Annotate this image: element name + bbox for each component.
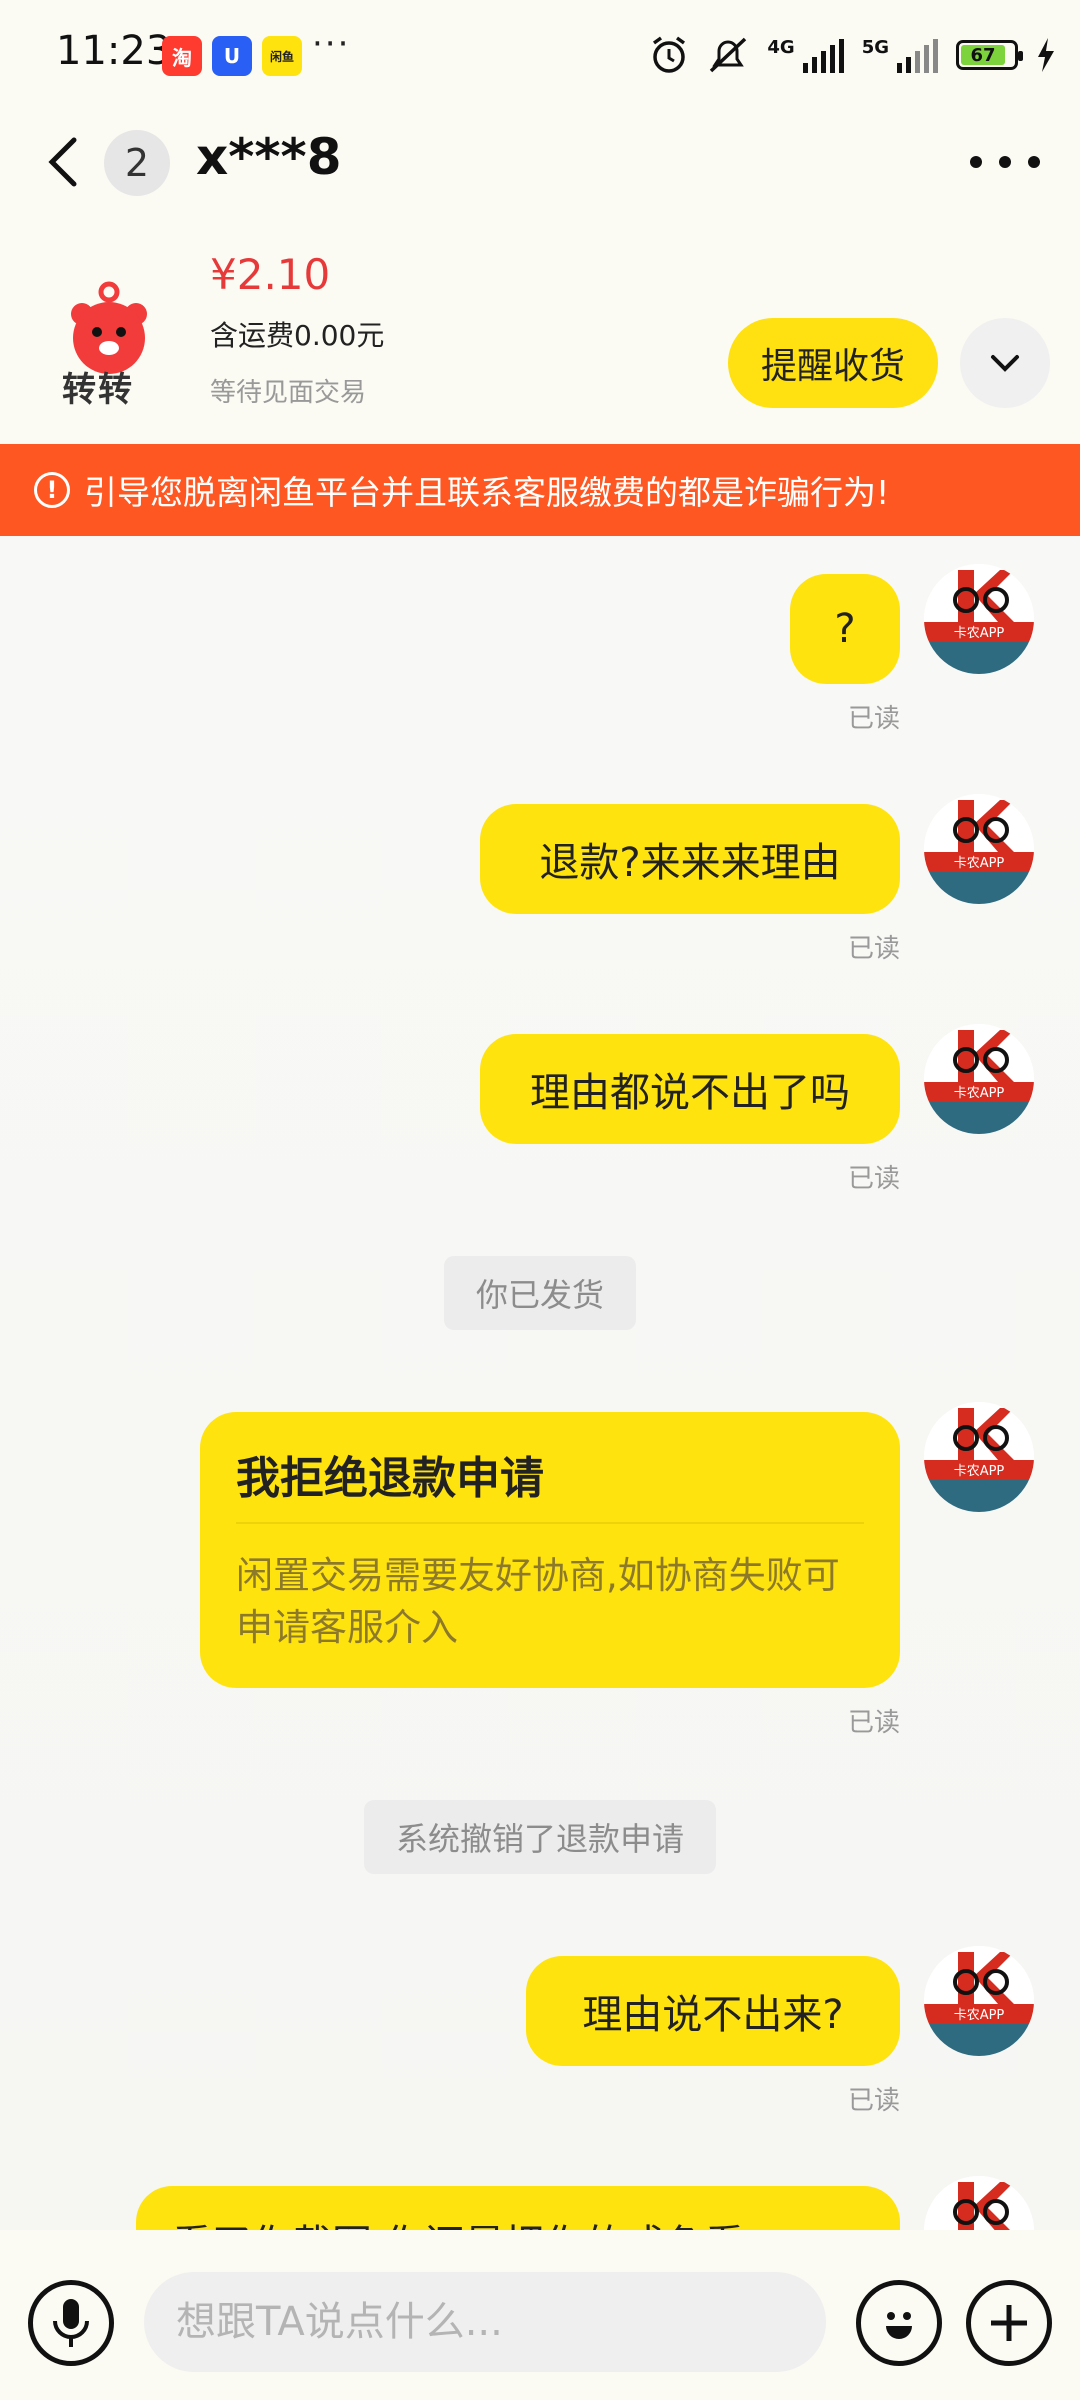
chat-message-list[interactable]: ? 卡农APP 已读 退款?来来来理由 卡农APP 已读 理由都说不出了吗 卡农… <box>0 536 1080 2230</box>
message-bubble[interactable]: 退款?来来来理由 <box>480 804 900 914</box>
chevron-down-icon <box>991 355 1019 372</box>
card-title: 我拒绝退款申请 <box>236 1453 544 1504</box>
read-receipt: 已读 <box>847 1708 900 1738</box>
order-status: 等待见面交易 <box>210 378 367 408</box>
emoji-icon <box>886 2312 912 2339</box>
read-receipt: 已读 <box>847 934 900 964</box>
kanong-avatar-icon: 卡农APP <box>924 2176 1034 2230</box>
avatar[interactable]: 卡农APP <box>924 1402 1034 1512</box>
card-body: 闲置交易需要友好协商,如协商失败可申请客服介入 <box>236 1554 840 1649</box>
more-actions-button[interactable] <box>966 2280 1052 2366</box>
voice-button[interactable] <box>28 2280 114 2366</box>
u-app-icon: U <box>212 36 252 76</box>
system-message: 系统撤销了退款申请 <box>363 1800 717 1874</box>
refund-rejected-card[interactable]: 我拒绝退款申请 闲置交易需要友好协商,如协商失败可申请客服介入 <box>200 1412 900 1688</box>
signal-4g-icon: 4G <box>767 37 844 73</box>
more-options-button[interactable] <box>970 140 1040 184</box>
emoji-button[interactable] <box>856 2280 942 2366</box>
battery-icon: 67 <box>956 40 1023 70</box>
message-bubble[interactable]: 理由都说不出了吗 <box>480 1034 900 1144</box>
mute-icon <box>710 37 747 73</box>
read-receipt: 已读 <box>847 2086 900 2116</box>
taobao-app-icon: 淘 <box>162 36 202 76</box>
avatar-label: 卡农APP <box>954 626 1005 641</box>
avatar-label: 卡农APP <box>954 1464 1005 1479</box>
expand-button[interactable] <box>960 318 1050 408</box>
avatar[interactable]: 卡农APP <box>924 794 1034 904</box>
avatar-label: 卡农APP <box>954 1086 1005 1101</box>
message-bubble[interactable]: 看了你截图,你还是把你的成色看 <box>136 2186 900 2230</box>
remind-receipt-button[interactable]: 提醒收货 <box>728 318 938 408</box>
chat-header: 2 x***8 <box>0 110 1080 214</box>
read-receipt: 已读 <box>847 1164 900 1194</box>
back-button[interactable] <box>44 134 88 190</box>
warning-text: 引导您脱离闲鱼平台并且联系客服缴费的都是诈骗行为! <box>84 473 890 512</box>
chat-title: x***8 <box>196 128 342 186</box>
plus-icon <box>991 2305 1027 2341</box>
warning-icon: ! <box>34 472 70 508</box>
charging-icon <box>1038 38 1054 72</box>
status-icons: 4G 5G 67 <box>649 30 1056 80</box>
shipping-fee: 含运费0.00元 <box>210 319 385 352</box>
xianyu-app-icon: 闲鱼 <box>262 36 302 76</box>
dot-icon <box>1028 156 1040 168</box>
unread-count-badge[interactable]: 2 <box>104 130 170 196</box>
avatar-label: 卡农APP <box>954 856 1005 871</box>
kanong-avatar-icon: 卡农APP <box>924 1946 1034 2056</box>
read-receipt: 已读 <box>847 704 900 734</box>
avatar[interactable]: 卡农APP <box>924 2176 1034 2230</box>
avatar[interactable]: 卡农APP <box>924 564 1034 674</box>
alarm-icon <box>653 36 686 73</box>
dot-icon <box>999 156 1011 168</box>
chevron-left-icon <box>48 137 77 187</box>
message-input[interactable] <box>144 2272 826 2372</box>
dot-icon <box>970 156 982 168</box>
card-divider <box>236 1522 864 1524</box>
product-price: ¥2.10 <box>210 250 331 299</box>
fraud-warning-banner: ! 引导您脱离闲鱼平台并且联系客服缴费的都是诈骗行为! <box>0 444 1080 536</box>
signal-5g-icon: 5G <box>862 37 938 73</box>
kanong-avatar-icon: 卡农APP <box>924 794 1034 904</box>
avatar[interactable]: 卡农APP <box>924 1946 1034 2056</box>
kanong-avatar-icon: 卡农APP <box>924 1402 1034 1512</box>
microphone-icon <box>53 2299 89 2347</box>
input-bar <box>0 2230 1080 2400</box>
avatar[interactable]: 卡农APP <box>924 1024 1034 1134</box>
message-bubble[interactable]: ? <box>790 574 900 684</box>
product-logo-label: 转转 <box>62 370 134 410</box>
kanong-avatar-icon: 卡农APP <box>924 564 1034 674</box>
system-message: 你已发货 <box>443 1256 637 1330</box>
message-bubble[interactable]: 理由说不出来? <box>526 1956 900 2066</box>
status-time: 11:23 <box>56 28 172 74</box>
avatar-label: 卡农APP <box>954 2008 1005 2023</box>
more-notifications-icon: ··· <box>312 24 351 64</box>
kanong-avatar-icon: 卡农APP <box>924 1024 1034 1134</box>
status-bar: 11:23 淘 U 闲鱼 ··· 4G 5G 67 <box>0 0 1080 110</box>
product-card[interactable]: 转转 ¥2.10 含运费0.00元 等待见面交易 提醒收货 <box>0 214 1080 444</box>
